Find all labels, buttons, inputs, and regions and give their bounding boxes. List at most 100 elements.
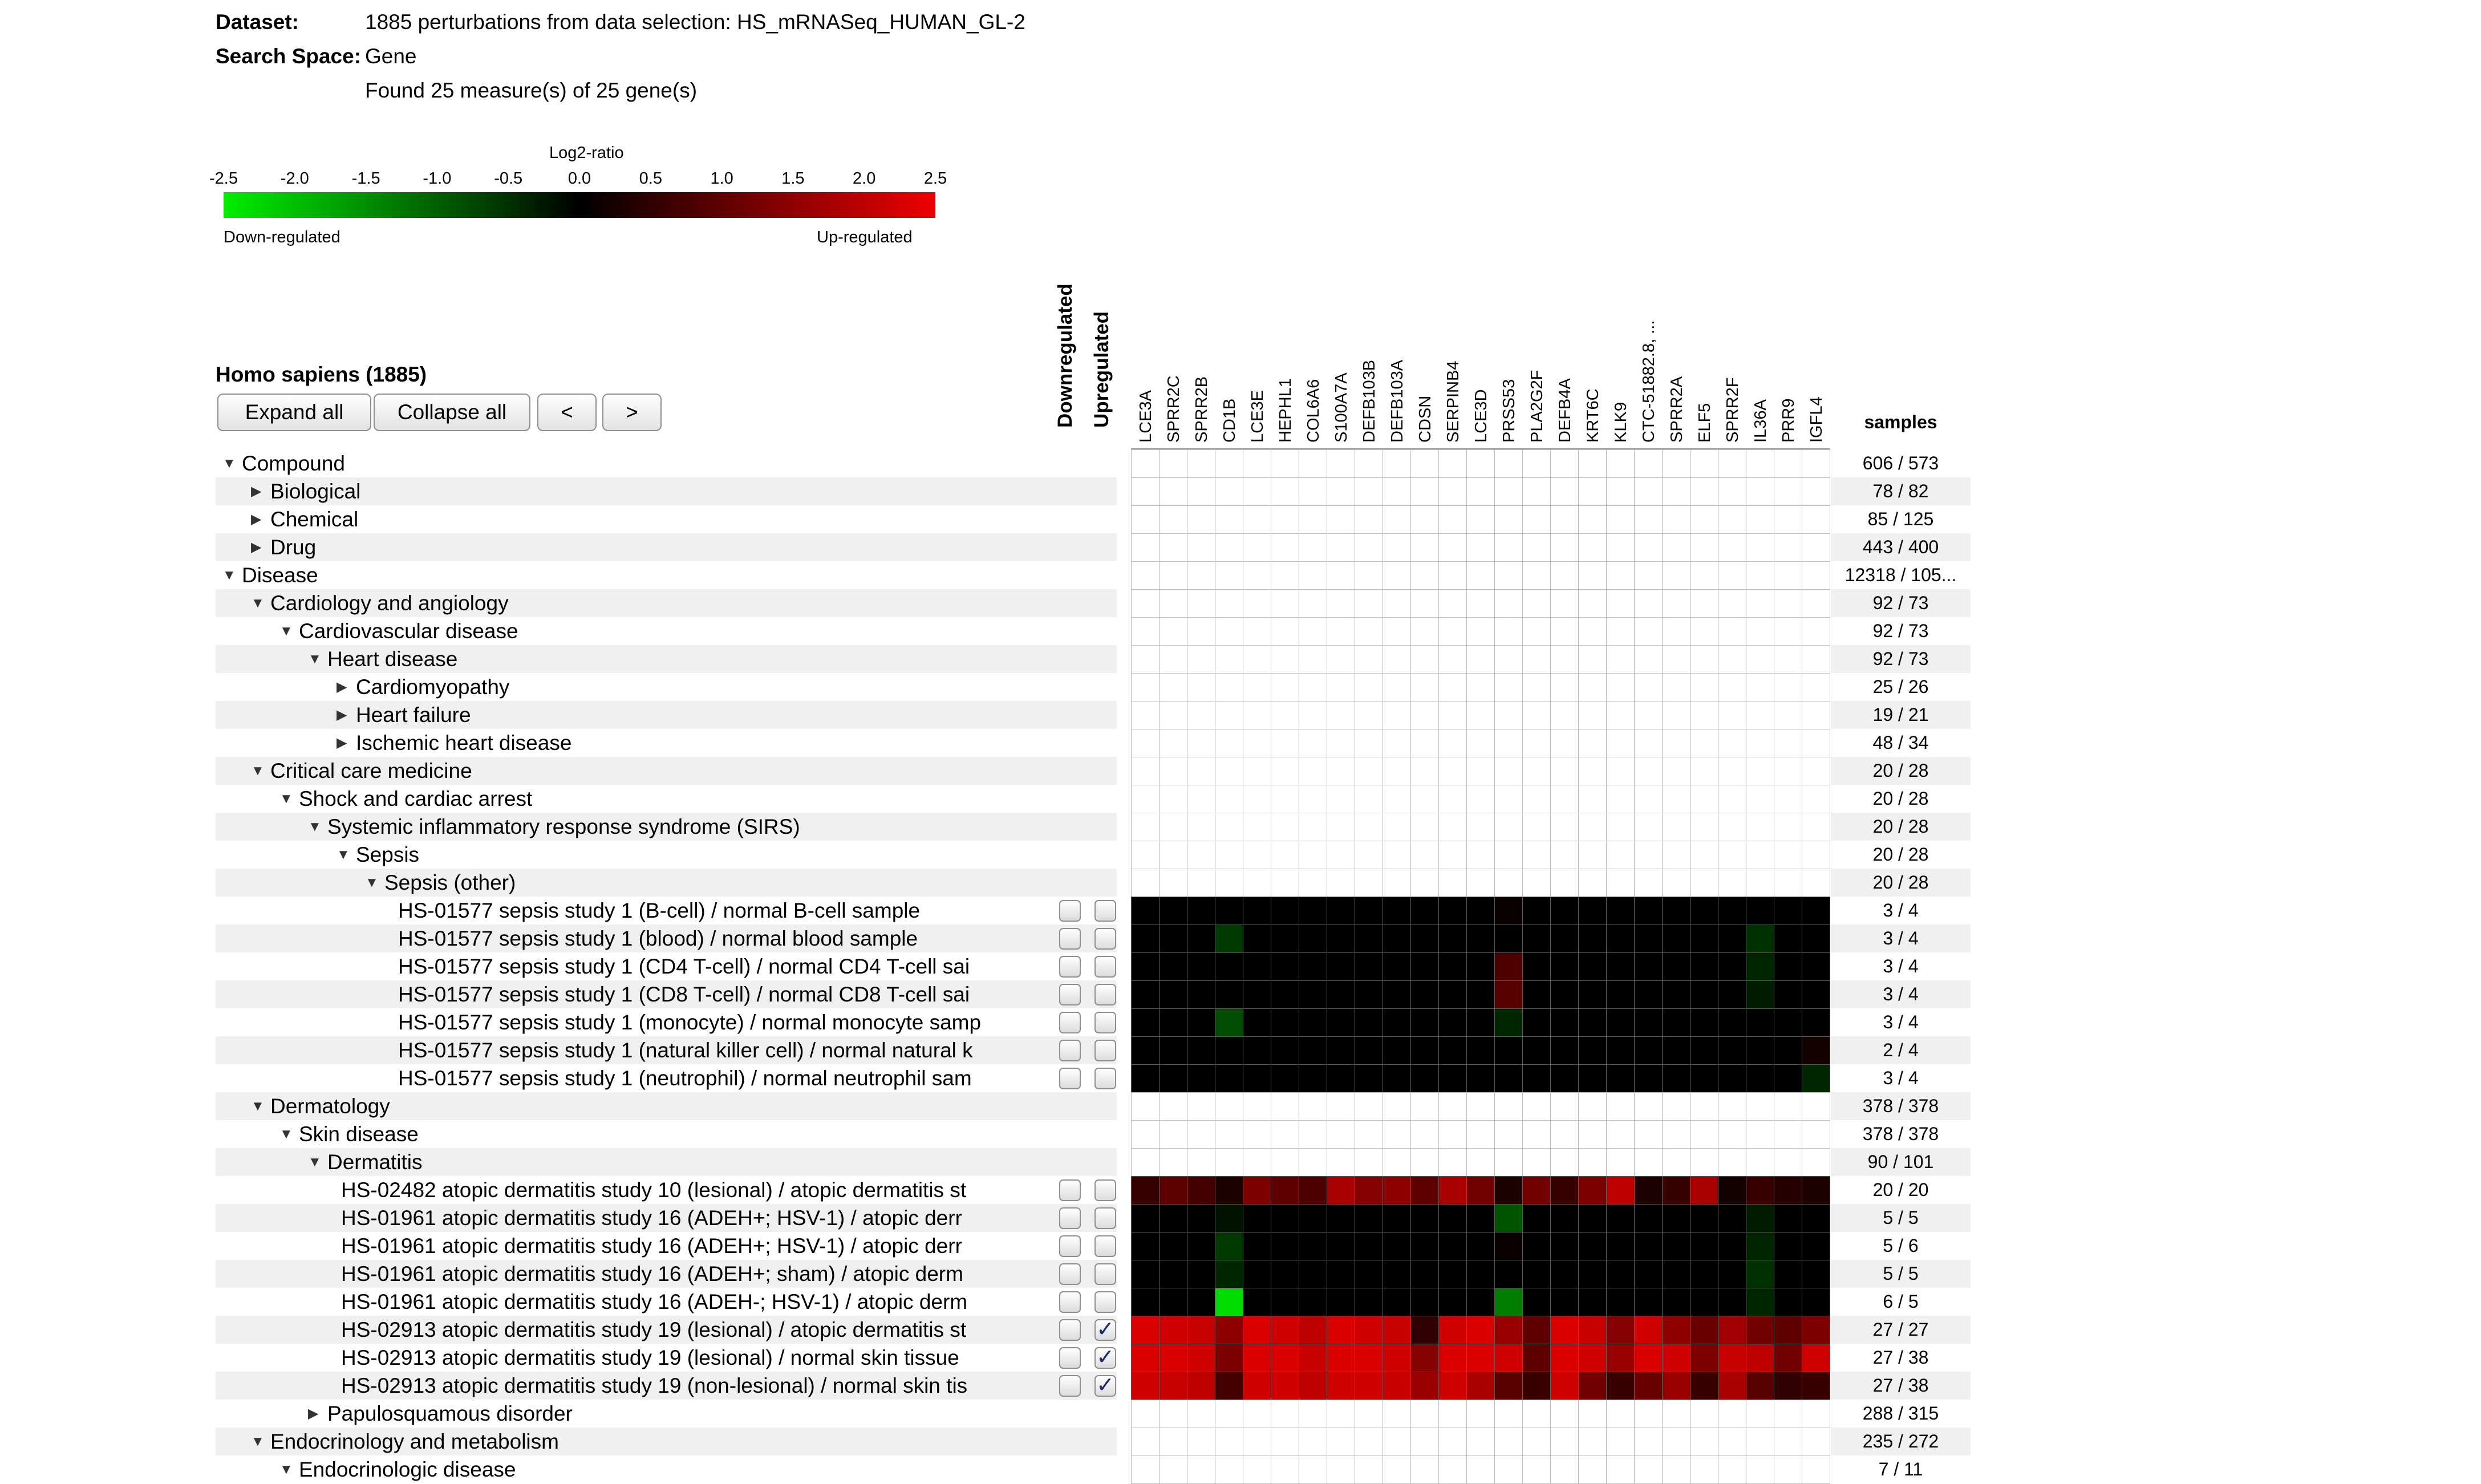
heatmap-cell[interactable]	[1550, 561, 1579, 590]
heatmap-cell[interactable]	[1578, 1064, 1607, 1093]
heatmap-cell[interactable]	[1802, 1372, 1830, 1400]
heatmap-cell[interactable]	[1159, 477, 1187, 506]
tree-row[interactable]	[216, 841, 1117, 869]
heatmap-cell[interactable]	[1243, 1232, 1271, 1260]
heatmap-cell[interactable]	[1550, 897, 1579, 925]
heatmap-cell[interactable]	[1746, 729, 1774, 757]
heatmap-cell[interactable]	[1662, 1036, 1691, 1065]
heatmap-cell[interactable]	[1243, 1288, 1271, 1316]
heatmap-cell[interactable]	[1327, 897, 1355, 925]
heatmap-cell[interactable]	[1271, 1288, 1299, 1316]
heatmap-cell[interactable]	[1383, 589, 1411, 618]
heatmap-cell[interactable]	[1494, 1372, 1523, 1400]
heatmap-cell[interactable]	[1690, 869, 1718, 897]
heatmap-cell[interactable]	[1494, 1232, 1523, 1260]
heatmap-cell[interactable]	[1718, 980, 1746, 1009]
heatmap-cell[interactable]	[1802, 729, 1830, 757]
heatmap-cell[interactable]	[1410, 1288, 1439, 1316]
heatmap-cell[interactable]	[1494, 505, 1523, 534]
heatmap-cell[interactable]	[1383, 897, 1411, 925]
heatmap-cell[interactable]	[1355, 673, 1383, 702]
heatmap-cell[interactable]	[1550, 1260, 1579, 1288]
heatmap-cell[interactable]	[1466, 729, 1495, 757]
heatmap-cell[interactable]	[1606, 1316, 1635, 1344]
heatmap-cell[interactable]	[1215, 980, 1243, 1009]
heatmap-cell[interactable]	[1466, 1260, 1495, 1288]
heatmap-cell[interactable]	[1410, 1400, 1439, 1428]
heatmap-cell[interactable]	[1774, 1008, 1802, 1037]
heatmap-cell[interactable]	[1438, 952, 1467, 981]
expand-triangle-icon[interactable]: ▼	[308, 1148, 322, 1176]
heatmap-cell[interactable]	[1187, 1260, 1215, 1288]
gene-header[interactable]: LCE3D	[1472, 390, 1491, 443]
heatmap-cell[interactable]	[1299, 897, 1327, 925]
heatmap-cell[interactable]	[1690, 1260, 1718, 1288]
heatmap-cell[interactable]	[1271, 561, 1299, 590]
heatmap-cell[interactable]	[1131, 897, 1160, 925]
gene-header[interactable]: CDSN	[1416, 396, 1435, 443]
heatmap-cell[interactable]	[1802, 925, 1830, 953]
heatmap-cell[interactable]	[1355, 477, 1383, 506]
heatmap-cell[interactable]	[1383, 757, 1411, 785]
heatmap-cell[interactable]	[1746, 925, 1774, 953]
heatmap-cell[interactable]	[1410, 980, 1439, 1009]
heatmap-cell[interactable]	[1690, 1455, 1718, 1484]
heatmap-cell[interactable]	[1550, 533, 1579, 562]
heatmap-cell[interactable]	[1494, 897, 1523, 925]
category-label[interactable]: Biological	[270, 477, 360, 505]
heatmap-cell[interactable]	[1606, 1092, 1635, 1121]
tree-row[interactable]	[216, 673, 1117, 701]
category-label[interactable]: Dermatitis	[327, 1148, 423, 1176]
heatmap-cell[interactable]	[1438, 841, 1467, 869]
heatmap-cell[interactable]	[1187, 1344, 1215, 1372]
heatmap-cell[interactable]	[1410, 952, 1439, 981]
heatmap-cell[interactable]	[1634, 505, 1663, 534]
heatmap-cell[interactable]	[1466, 925, 1495, 953]
heatmap-cell[interactable]	[1243, 1176, 1271, 1205]
heatmap-cell[interactable]	[1187, 841, 1215, 869]
heatmap-cell[interactable]	[1774, 1176, 1802, 1205]
heatmap-cell[interactable]	[1802, 1120, 1830, 1149]
heatmap-cell[interactable]	[1718, 701, 1746, 729]
heatmap-cell[interactable]	[1690, 952, 1718, 981]
heatmap-cell[interactable]	[1634, 729, 1663, 757]
heatmap-cell[interactable]	[1243, 952, 1271, 981]
heatmap-cell[interactable]	[1606, 1204, 1635, 1232]
heatmap-cell[interactable]	[1271, 1036, 1299, 1065]
heatmap-cell[interactable]	[1243, 1148, 1271, 1177]
heatmap-cell[interactable]	[1606, 533, 1635, 562]
heatmap-cell[interactable]	[1159, 1232, 1187, 1260]
heatmap-cell[interactable]	[1355, 980, 1383, 1009]
heatmap-cell[interactable]	[1159, 1092, 1187, 1121]
heatmap-cell[interactable]	[1718, 785, 1746, 813]
heatmap-cell[interactable]	[1243, 1455, 1271, 1484]
heatmap-cell[interactable]	[1802, 1176, 1830, 1205]
heatmap-cell[interactable]	[1410, 1148, 1439, 1177]
heatmap-cell[interactable]	[1131, 1148, 1160, 1177]
heatmap-cell[interactable]	[1355, 841, 1383, 869]
heatmap-cell[interactable]	[1131, 813, 1160, 841]
heatmap-cell[interactable]	[1327, 505, 1355, 534]
heatmap-cell[interactable]	[1355, 1455, 1383, 1484]
heatmap-cell[interactable]	[1327, 1372, 1355, 1400]
heatmap-cell[interactable]	[1187, 1064, 1215, 1093]
heatmap-cell[interactable]	[1187, 1400, 1215, 1428]
heatmap-cell[interactable]	[1355, 533, 1383, 562]
heatmap-cell[interactable]	[1187, 1036, 1215, 1065]
heatmap-cell[interactable]	[1578, 1232, 1607, 1260]
heatmap-cell[interactable]	[1410, 1064, 1439, 1093]
heatmap-cell[interactable]	[1774, 505, 1802, 534]
heatmap-cell[interactable]	[1578, 1288, 1607, 1316]
heatmap-cell[interactable]	[1327, 1008, 1355, 1037]
heatmap-cell[interactable]	[1243, 1260, 1271, 1288]
heatmap-cell[interactable]	[1746, 673, 1774, 702]
heatmap-cell[interactable]	[1550, 701, 1579, 729]
downregulated-checkbox[interactable]	[1059, 1291, 1081, 1313]
heatmap-cell[interactable]	[1355, 897, 1383, 925]
heatmap-cell[interactable]	[1438, 897, 1467, 925]
heatmap-cell[interactable]	[1494, 1064, 1523, 1093]
heatmap-cell[interactable]	[1494, 673, 1523, 702]
heatmap-cell[interactable]	[1271, 1204, 1299, 1232]
heatmap-cell[interactable]	[1243, 1372, 1271, 1400]
expand-triangle-icon[interactable]: ▼	[222, 561, 236, 589]
